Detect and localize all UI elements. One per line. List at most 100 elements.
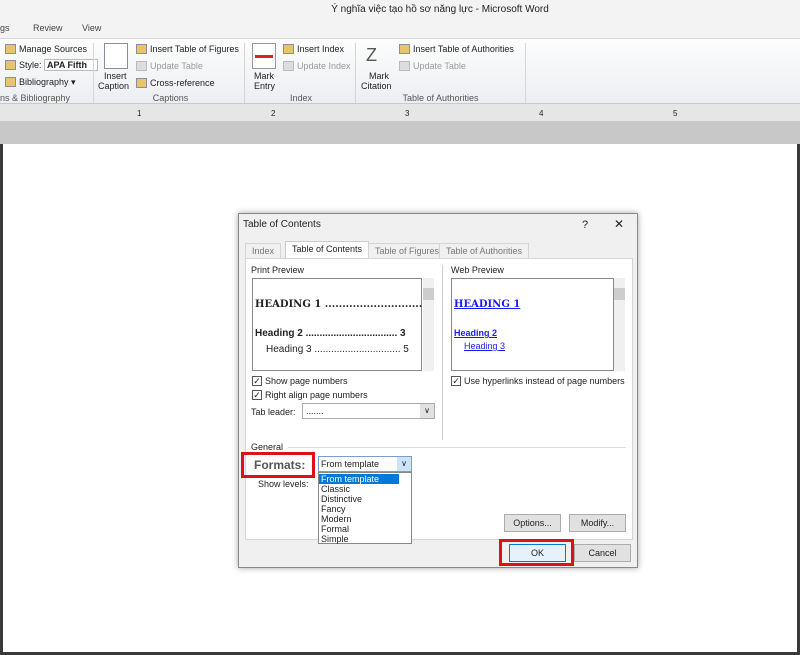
show-levels-label: Show levels: [258, 479, 309, 489]
update-toa-button[interactable]: Update Table [399, 61, 466, 71]
close-icon[interactable]: ✕ [614, 217, 624, 231]
formats-value: From template [321, 459, 380, 469]
web-preview: HEADING 1 Heading 2 Heading 3 [451, 278, 614, 371]
chevron-down-icon[interactable]: ∨ [397, 457, 411, 471]
mark-entry-label[interactable]: Mark [254, 71, 274, 81]
tab-table-of-authorities[interactable]: Table of Authorities [439, 243, 530, 258]
print-preview-scrollbar[interactable] [423, 278, 434, 371]
use-hyperlinks-checkbox[interactable]: ✓ [451, 376, 461, 386]
print-preview-label: Print Preview [251, 265, 305, 275]
format-option[interactable]: Fancy [319, 504, 411, 514]
insert-caption-icon[interactable] [104, 43, 128, 69]
style-select[interactable]: Style: APA Fifth [5, 59, 99, 71]
web-preview-scrollbar[interactable] [614, 278, 625, 371]
ribbon: Manage Sources Style: APA Fifth Bibliogr… [0, 38, 800, 104]
divider [525, 43, 526, 103]
formats-select[interactable]: From template ∨ [318, 456, 412, 472]
mark-citation-icon[interactable]: Z [366, 45, 390, 71]
preview-heading-2: Heading 2 ..............................… [255, 328, 406, 339]
ruler[interactable]: 1 2 3 4 5 [0, 104, 800, 122]
tab-references[interactable]: gs [0, 23, 10, 33]
preview-heading-3: Heading 3 ..............................… [266, 344, 409, 355]
tab-leader-select[interactable]: ....... ∨ [302, 403, 435, 419]
mark-citation-label-2[interactable]: Citation [361, 81, 392, 91]
preview-heading-1: HEADING 1 ............................1 [255, 299, 430, 310]
use-hyperlinks-label: Use hyperlinks instead of page numbers [464, 376, 625, 386]
table-icon [136, 44, 147, 54]
tab-index[interactable]: Index [245, 243, 282, 258]
print-preview: HEADING 1 ............................1 … [252, 278, 429, 371]
modify-button[interactable]: Modify... [569, 514, 626, 532]
index-icon [283, 44, 294, 54]
show-page-numbers-label: Show page numbers [265, 376, 348, 386]
insert-toa-button[interactable]: Insert Table of Authorities [399, 44, 514, 54]
update-icon [283, 61, 294, 71]
formats-dropdown[interactable]: From template Classic Distinctive Fancy … [318, 472, 412, 544]
ruler-mark: 3 [405, 109, 410, 118]
manage-sources-icon [5, 44, 16, 54]
insert-caption-label-2[interactable]: Caption [98, 81, 129, 91]
ruler-mark: 4 [539, 109, 544, 118]
title-bar: Ý nghĩa việc tạo hồ sơ năng lực - Micros… [0, 0, 800, 20]
document-background [0, 122, 800, 144]
divider [288, 447, 626, 448]
options-button[interactable]: Options... [504, 514, 561, 532]
highlight-box [499, 539, 574, 566]
group-captions-label: Captions [152, 93, 189, 103]
insert-table-of-figures-button[interactable]: Insert Table of Figures [136, 44, 239, 54]
bibliography-button[interactable]: Bibliography ▾ [5, 77, 76, 88]
show-page-numbers-checkbox[interactable]: ✓ [252, 376, 262, 386]
bibliography-icon [5, 77, 16, 87]
ruler-mark: 1 [137, 109, 142, 118]
style-icon [5, 60, 16, 70]
chevron-down-icon[interactable]: ∨ [420, 404, 434, 418]
highlight-box [241, 452, 315, 478]
toa-icon [399, 44, 410, 54]
cross-reference-icon [136, 78, 147, 88]
divider [244, 43, 245, 103]
web-heading-2[interactable]: Heading 2 [454, 328, 497, 338]
mark-citation-label[interactable]: Mark [369, 71, 389, 81]
update-icon [399, 61, 410, 71]
ribbon-tabs: gs Review View [0, 20, 800, 38]
window-title: Ý nghĩa việc tạo hồ sơ năng lực - Micros… [331, 4, 549, 15]
tab-table-of-figures[interactable]: Table of Figures [368, 243, 447, 258]
dialog-title: Table of Contents [243, 219, 321, 230]
group-citations-label: ns & Bibliography [0, 93, 71, 103]
general-label: General [251, 442, 284, 452]
cancel-button[interactable]: Cancel [574, 544, 631, 562]
update-index-button[interactable]: Update Index [283, 61, 351, 71]
divider [93, 43, 94, 103]
insert-index-button[interactable]: Insert Index [283, 44, 344, 54]
web-preview-label: Web Preview [451, 265, 504, 275]
right-align-checkbox[interactable]: ✓ [252, 390, 262, 400]
help-button[interactable]: ? [582, 219, 588, 231]
toc-dialog: Table of Contents ? ✕ Index Table of Con… [238, 213, 638, 568]
format-option[interactable]: Classic [319, 484, 411, 494]
update-table-button[interactable]: Update Table [136, 61, 203, 71]
ruler-mark: 2 [271, 109, 276, 118]
toc-panel: Print Preview HEADING 1 ................… [241, 258, 633, 544]
tab-table-of-contents[interactable]: Table of Contents [285, 241, 370, 259]
web-heading-1[interactable]: HEADING 1 [454, 299, 520, 310]
cross-reference-button[interactable]: Cross-reference [136, 78, 215, 88]
format-option[interactable]: From template [319, 474, 399, 484]
divider [442, 265, 443, 440]
format-option[interactable]: Formal [319, 524, 411, 534]
mark-entry-label-2[interactable]: Entry [254, 81, 275, 91]
manage-sources-button[interactable]: Manage Sources [5, 44, 87, 54]
tab-leader-label: Tab leader: [251, 407, 296, 417]
tab-leader-value: ....... [306, 406, 324, 416]
update-icon [136, 61, 147, 71]
format-option[interactable]: Simple [319, 534, 411, 544]
format-option[interactable]: Distinctive [319, 494, 411, 504]
format-option[interactable]: Modern [319, 514, 411, 524]
tab-review[interactable]: Review [33, 23, 63, 33]
group-toa-label: Table of Authorities [402, 93, 479, 103]
insert-caption-label[interactable]: Insert [104, 71, 127, 81]
group-index-label: Index [289, 93, 313, 103]
mark-entry-icon[interactable] [252, 43, 276, 69]
tab-view[interactable]: View [82, 23, 101, 33]
ruler-mark: 5 [673, 109, 678, 118]
web-heading-3[interactable]: Heading 3 [464, 341, 505, 351]
